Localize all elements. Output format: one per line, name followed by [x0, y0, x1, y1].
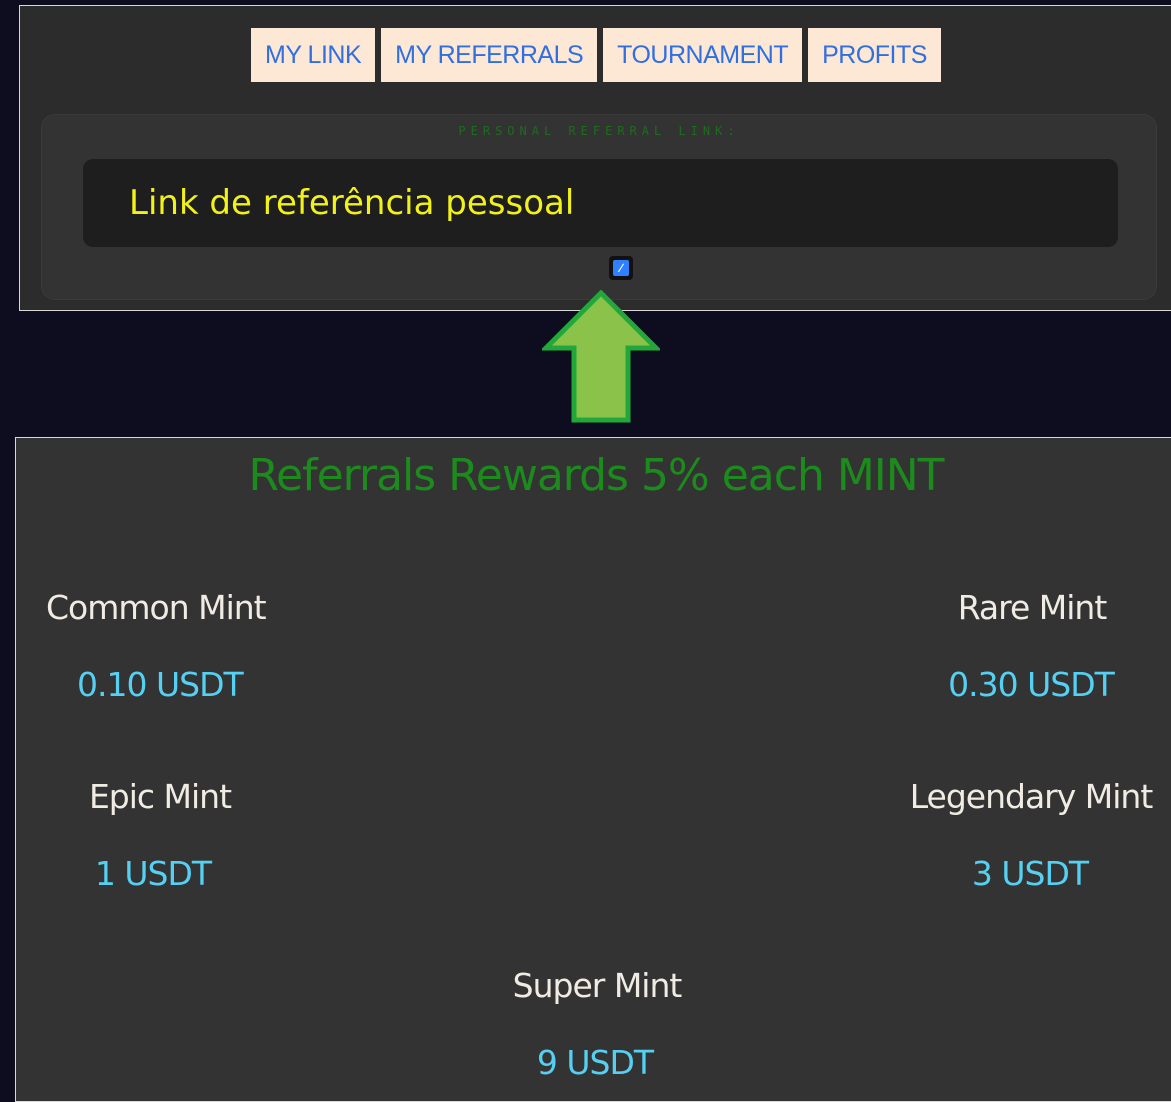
up-arrow-icon	[542, 290, 660, 423]
tab-my-link[interactable]: MY LINK	[251, 28, 376, 82]
tier-value-super: 9 USDT	[536, 1043, 654, 1082]
tab-profits[interactable]: PROFITS	[808, 28, 941, 82]
referral-link-box: PERSONAL REFERRAL LINK: Link de referênc…	[41, 114, 1157, 300]
tier-name-epic: Epic Mint	[88, 777, 232, 816]
tab-my-referrals[interactable]: MY REFERRALS	[381, 28, 598, 82]
copy-link-button[interactable]: ∕	[609, 256, 633, 280]
tier-value-epic: 1 USDT	[94, 854, 212, 893]
tier-value-common: 0.10 USDT	[77, 665, 244, 704]
tier-value-legendary: 3 USDT	[971, 854, 1089, 893]
tier-name-legendary: Legendary Mint	[909, 777, 1154, 816]
referral-link-field[interactable]: Link de referência pessoal	[83, 159, 1118, 247]
referral-link-panel: MY LINK MY REFERRALS TOURNAMENT PROFITS …	[19, 5, 1171, 311]
tier-name-super: Super Mint	[512, 966, 683, 1005]
referral-rewards-panel: Referrals Rewards 5% each MINT Common Mi…	[15, 437, 1171, 1102]
referral-link-heading: PERSONAL REFERRAL LINK:	[458, 124, 740, 138]
rewards-title: Referrals Rewards 5% each MINT	[248, 450, 944, 501]
tier-name-rare: Rare Mint	[957, 588, 1108, 627]
tab-bar: MY LINK MY REFERRALS TOURNAMENT PROFITS	[20, 28, 1171, 82]
tier-name-common: Common Mint	[46, 588, 267, 627]
link-icon: ∕	[613, 260, 629, 276]
tier-value-rare: 0.30 USDT	[948, 665, 1115, 704]
tab-tournament[interactable]: TOURNAMENT	[603, 28, 803, 82]
